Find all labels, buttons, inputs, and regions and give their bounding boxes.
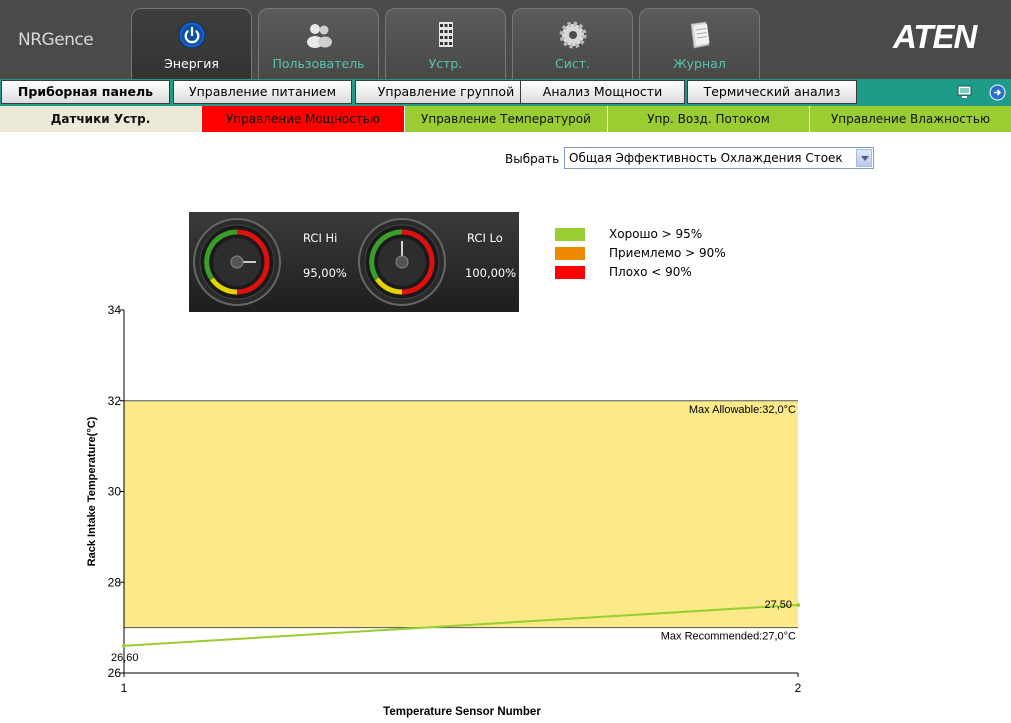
journal-icon [690, 21, 710, 49]
subtab-power-analysis[interactable]: Анализ Мощности [520, 80, 685, 104]
tab-system-label: Сист. [555, 56, 590, 71]
legend-poor-swatch [555, 266, 585, 279]
subtab-dashboard[interactable]: Приборная панель [1, 80, 170, 104]
tab-system[interactable]: Сист. [512, 8, 633, 79]
logout-icon[interactable] [989, 84, 1006, 101]
tab-devices-label: Устр. [428, 56, 463, 71]
tab-temperature-control[interactable]: Управление Температурой [405, 106, 608, 132]
data-label: 26,60 [111, 652, 139, 664]
legend-poor-label: Плохо < 90% [609, 265, 692, 279]
app-root: NRGence Энергия Пользователь Устр. Сист.… [0, 0, 1011, 723]
tab-humidity-control[interactable]: Управление Влажностью [810, 106, 1011, 132]
legend-good-label: Хорошо > 95% [609, 227, 703, 241]
x-tick-label: 2 [795, 681, 802, 695]
y-tick-label: 30 [108, 485, 122, 499]
legend-good-swatch [555, 228, 585, 241]
max-recommended-label: Max Recommended:27,0°C [661, 631, 796, 643]
aten-logo: ATEN [893, 18, 977, 55]
tab-journal[interactable]: Журнал [639, 8, 760, 79]
x-tick-label: 1 [121, 681, 128, 695]
sensor-category-nav: Датчики Устр. Управление Мощностью Управ… [0, 106, 1011, 132]
subtab-thermal-analysis[interactable]: Термический анализ [687, 80, 857, 104]
y-tick-label: 28 [108, 575, 122, 589]
brand-logo: NRGence [18, 30, 94, 50]
max-allowable-label: Max Allowable:32,0°C [689, 404, 796, 416]
subtab-group-management[interactable]: Управление группой [355, 80, 537, 104]
tab-device-sensors[interactable]: Датчики Устр. [0, 106, 202, 132]
data-point [122, 643, 126, 648]
selector-label: Выбрать [505, 152, 560, 166]
y-axis-label: Rack Intake Temperature(°C) [86, 416, 98, 566]
rci-hi-label: RCI Hi [303, 231, 338, 245]
tab-journal-label: Журнал [673, 56, 726, 71]
tab-energy[interactable]: Энергия [131, 8, 252, 79]
data-label: 27,50 [764, 599, 792, 611]
recommended-band [124, 400, 798, 628]
tab-energy-label: Энергия [164, 56, 219, 71]
power-icon [178, 21, 206, 49]
y-tick-label: 34 [108, 303, 122, 317]
data-point [796, 602, 800, 607]
x-axis-label: Temperature Sensor Number [383, 706, 541, 718]
sub-navigation: Приборная панель Управление питанием Упр… [0, 79, 1011, 106]
legend-acceptable-swatch [555, 247, 585, 260]
metric-select[interactable]: Общая Эффективность Охлаждения Стоек [564, 147, 874, 169]
tab-user-label: Пользователь [272, 56, 365, 71]
subtab-power-management[interactable]: Управление питанием [173, 80, 352, 104]
rci-hi-value: 95,00% [303, 266, 347, 280]
users-icon [307, 24, 332, 48]
device-icon [439, 22, 453, 47]
rci-lo-label: RCI Lo [467, 231, 503, 245]
tab-airflow-control[interactable]: Упр. Возд. Потоком [608, 106, 810, 132]
chevron-down-icon[interactable] [856, 149, 872, 167]
y-tick-label: 32 [108, 394, 122, 408]
temperature-chart: Max Allowable:32,0°C Max Recommended:27,… [86, 303, 802, 718]
tab-power-control[interactable]: Управление Мощностью [202, 106, 405, 132]
gear-icon [559, 21, 587, 49]
tab-user[interactable]: Пользователь [258, 8, 379, 79]
monitor-icon[interactable] [956, 84, 973, 101]
rci-lo-value: 100,00% [465, 266, 517, 280]
legend-acceptable-label: Приемлемо > 90% [609, 246, 726, 260]
top-header: NRGence Энергия Пользователь Устр. Сист.… [0, 0, 1011, 79]
tab-devices[interactable]: Устр. [385, 8, 506, 79]
y-tick-label: 26 [108, 666, 122, 680]
metric-select-value: Общая Эффективность Охлаждения Стоек [569, 151, 843, 165]
